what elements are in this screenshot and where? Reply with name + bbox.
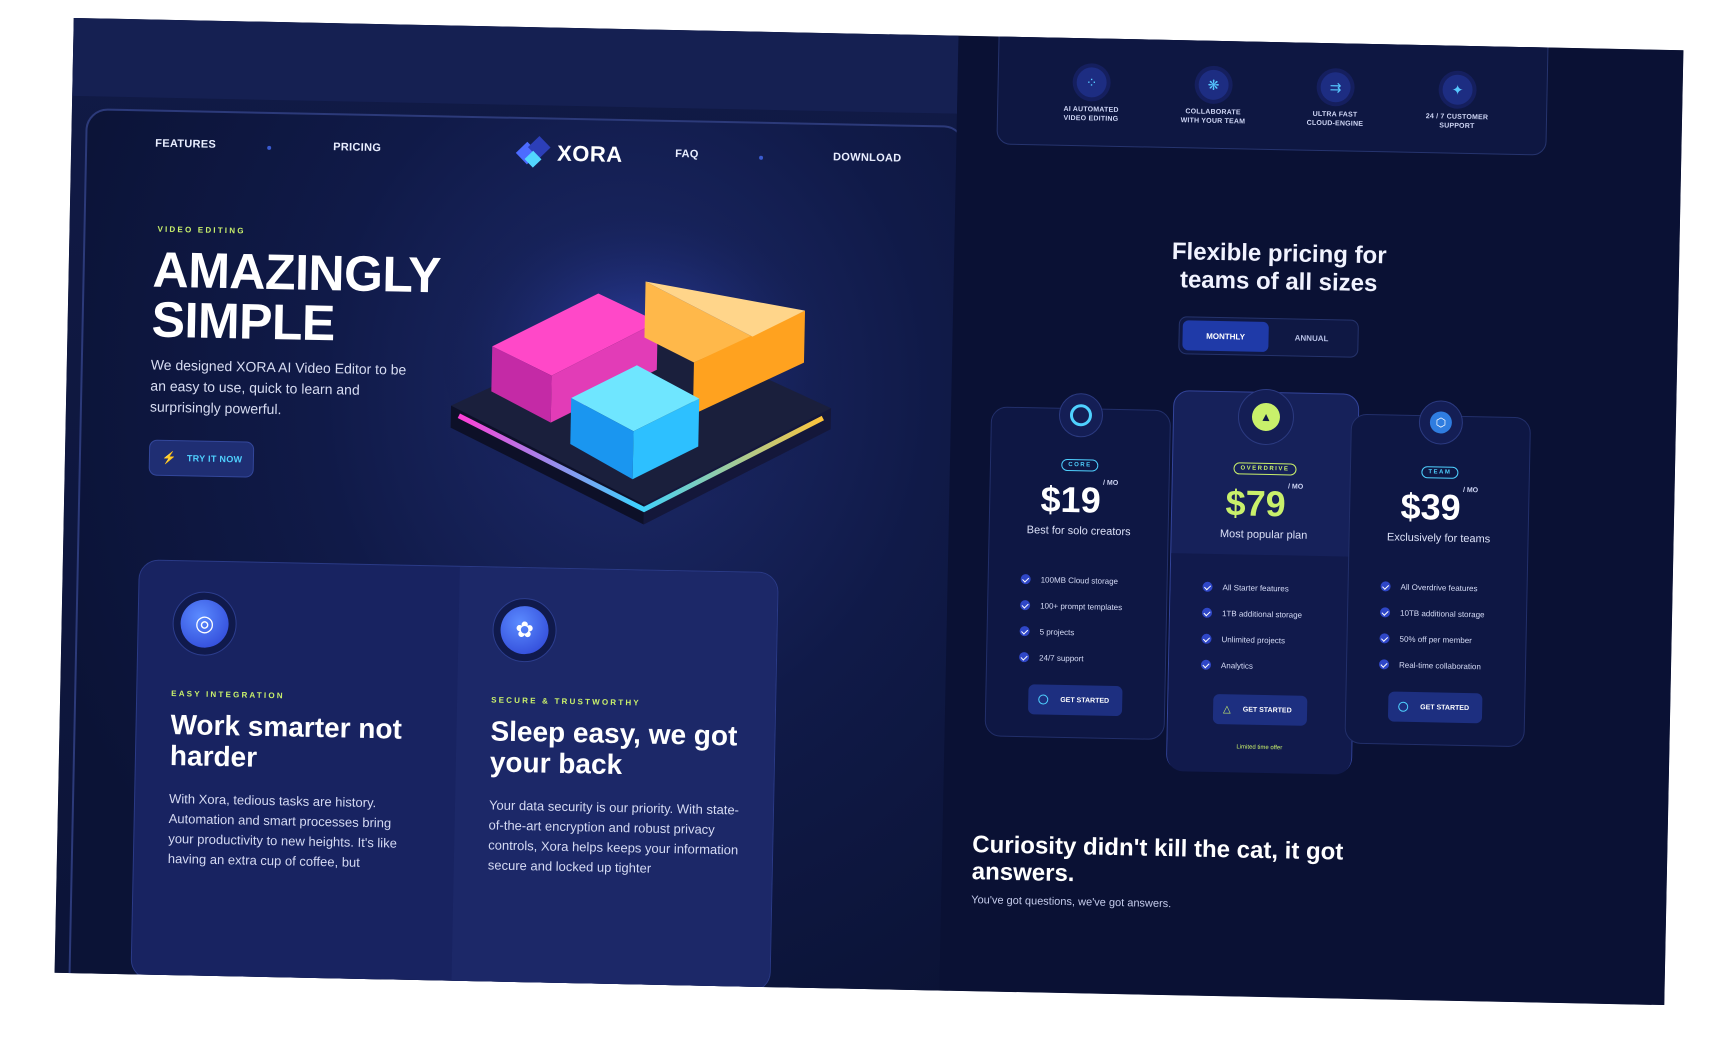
hero-kicker: VIDEO EDITING [157,224,246,236]
get-started-button[interactable]: GET STARTED [1027,684,1123,717]
plan-price: $39/ MO [1400,485,1479,528]
nav-dot [759,155,764,160]
plan-features: All Starter features 1TB additional stor… [1200,574,1303,680]
feature-cards: ◎ EASY INTEGRATION Work smarter not hard… [130,559,779,993]
hero-title: AMAZINGLY SIMPLE [151,242,441,352]
xora-logo-icon [515,135,551,170]
check-icon [1020,574,1031,585]
get-started-button[interactable]: GET STARTED [1387,691,1483,724]
plan-desc: Best for solo creators [1026,524,1131,539]
feature-cloud-engine: ⇉ ULTRA FAST CLOUD-ENGINE [1280,71,1391,129]
hero-lead: We designed XORA AI Video Editor to be a… [149,356,407,418]
circle-icon [1398,701,1409,712]
plan-badge: TEAM [1421,466,1459,479]
plan-badge: OVERDRIVE [1233,462,1297,476]
toggle-monthly[interactable]: MONTHLY [1182,320,1269,352]
feature-item: 100MB Cloud storage [1020,566,1123,594]
plan-features: 100MB Cloud storage 100+ prompt template… [1019,566,1123,672]
swirl-icon: ❋ [1198,69,1229,101]
wand-icon: ✦ [1442,74,1473,106]
landing-page: FEATURES PRICING XORA FAQ DOWNLOAD VIDEO… [54,17,1684,1006]
cta-label: TRY IT NOW [186,453,243,465]
check-icon [1200,659,1212,670]
core-plan-icon [1058,392,1104,438]
feature-item: Analytics [1200,652,1302,680]
left-panel: FEATURES PRICING XORA FAQ DOWNLOAD VIDEO… [54,17,966,1006]
plan-desc: Most popular plan [1219,528,1308,542]
feature-item: All Overdrive features [1380,573,1485,601]
feature-collaborate: ❋ COLLABORATE WITH YOUR TEAM [1158,69,1269,127]
toggle-annual[interactable]: ANNUAL [1268,322,1355,354]
nav-faq[interactable]: FAQ [675,148,699,160]
feature-label: COLLABORATE WITH YOUR TEAM [1180,108,1246,126]
card-kicker: SECURE & TRUSTWORTHY [491,695,641,708]
plan-badge: CORE [1061,458,1099,472]
plan-features: All Overdrive features 10TB additional s… [1378,573,1486,679]
xora-logo[interactable]: XORA [515,135,623,171]
check-icon [1020,600,1031,611]
feature-item: 50% off per member [1379,625,1484,653]
triangle-icon: △ [1222,703,1231,715]
feature-label: 24 / 7 CUSTOMER SUPPORT [1425,113,1489,131]
faq-title: Curiosity didn't kill the cat, it got an… [971,831,1344,888]
features-strip: ⁘ AI AUTOMATED VIDEO EDITING ❋ COLLABORA… [996,17,1549,156]
plan-desc: Exclusively for teams [1386,531,1491,546]
nav-download[interactable]: DOWNLOAD [833,151,902,164]
hero-title-line2: SIMPLE [151,291,336,352]
feature-item: Unlimited projects [1201,626,1302,654]
card-body: Your data security is our priority. With… [487,797,740,876]
check-icon [1202,581,1213,592]
card-kicker: EASY INTEGRATION [171,689,285,701]
feature-card-integration: ◎ EASY INTEGRATION Work smarter not hard… [131,560,459,986]
feature-item: 24/7 support [1019,644,1122,672]
nav-pricing[interactable]: PRICING [333,141,381,154]
grid-icon: ⁘ [1076,67,1107,98]
check-icon [1201,633,1212,644]
check-icon [1019,652,1030,663]
logo-text: XORA [556,140,623,167]
pricing-title: Flexible pricing for teams of all sizes [1171,238,1387,298]
feature-card-security: ✿ SECURE & TRUSTWORTHY Sleep easy, we go… [451,566,779,993]
card-body: With Xora, tedious tasks are history. Au… [167,791,398,870]
feature-item: 10TB additional storage [1379,599,1485,627]
try-it-now-button[interactable]: ⚡ TRY IT NOW [148,439,255,478]
feature-label: AI AUTOMATED VIDEO EDITING [1063,105,1119,123]
check-icon [1378,659,1390,670]
feature-item: Real-time collaboration [1378,651,1484,679]
nav-dot [267,145,272,150]
get-started-button[interactable]: △ GET STARTED [1212,693,1308,726]
feature-item: 1TB additional storage [1201,600,1303,628]
integration-icon: ◎ [171,591,238,657]
check-icon [1201,607,1213,618]
check-icon [1019,626,1030,637]
top-strip [72,17,959,114]
bolt-icon: ⇉ [1320,71,1351,103]
lightning-icon: ⚡ [161,450,178,466]
right-panel: ⁘ AI AUTOMATED VIDEO EDITING ❋ COLLABORA… [939,17,1684,1006]
team-plan-icon: ⬡ [1418,400,1464,445]
security-icon: ✿ [491,597,558,663]
check-icon [1380,581,1391,592]
overdrive-plan-icon: ▲ [1237,388,1295,446]
check-icon [1379,607,1391,618]
nav-features[interactable]: FEATURES [155,138,216,151]
feature-item: 100+ prompt templates [1020,592,1123,620]
check-icon [1379,633,1390,644]
hero-3d-cube-illustration [442,209,842,525]
card-title: Sleep easy, we got your back [489,715,738,781]
feature-support: ✦ 24 / 7 CUSTOMER SUPPORT [1402,74,1513,132]
faq-subtitle: You've got questions, we've got answers. [971,894,1172,911]
billing-toggle[interactable]: MONTHLY ANNUAL [1178,316,1359,358]
feature-ai-editing: ⁘ AI AUTOMATED VIDEO EDITING [1036,66,1147,124]
feature-item: All Starter features [1202,574,1303,602]
feature-label: ULTRA FAST CLOUD-ENGINE [1306,110,1364,128]
plan-price: $19/ MO [1040,478,1119,521]
circle-icon [1038,694,1049,705]
plan-overdrive: ▲ OVERDRIVE $79/ MO Most popular plan Al… [1165,388,1360,775]
card-title: Work smarter not harder [169,709,403,773]
feature-item: 5 projects [1019,618,1122,646]
plan-price: $79/ MO [1225,482,1304,525]
plan-team: ⬡ TEAM $39/ MO Exclusively for teams All… [1344,400,1532,748]
plan-core: CORE $19/ MO Best for solo creators 100M… [984,392,1172,740]
